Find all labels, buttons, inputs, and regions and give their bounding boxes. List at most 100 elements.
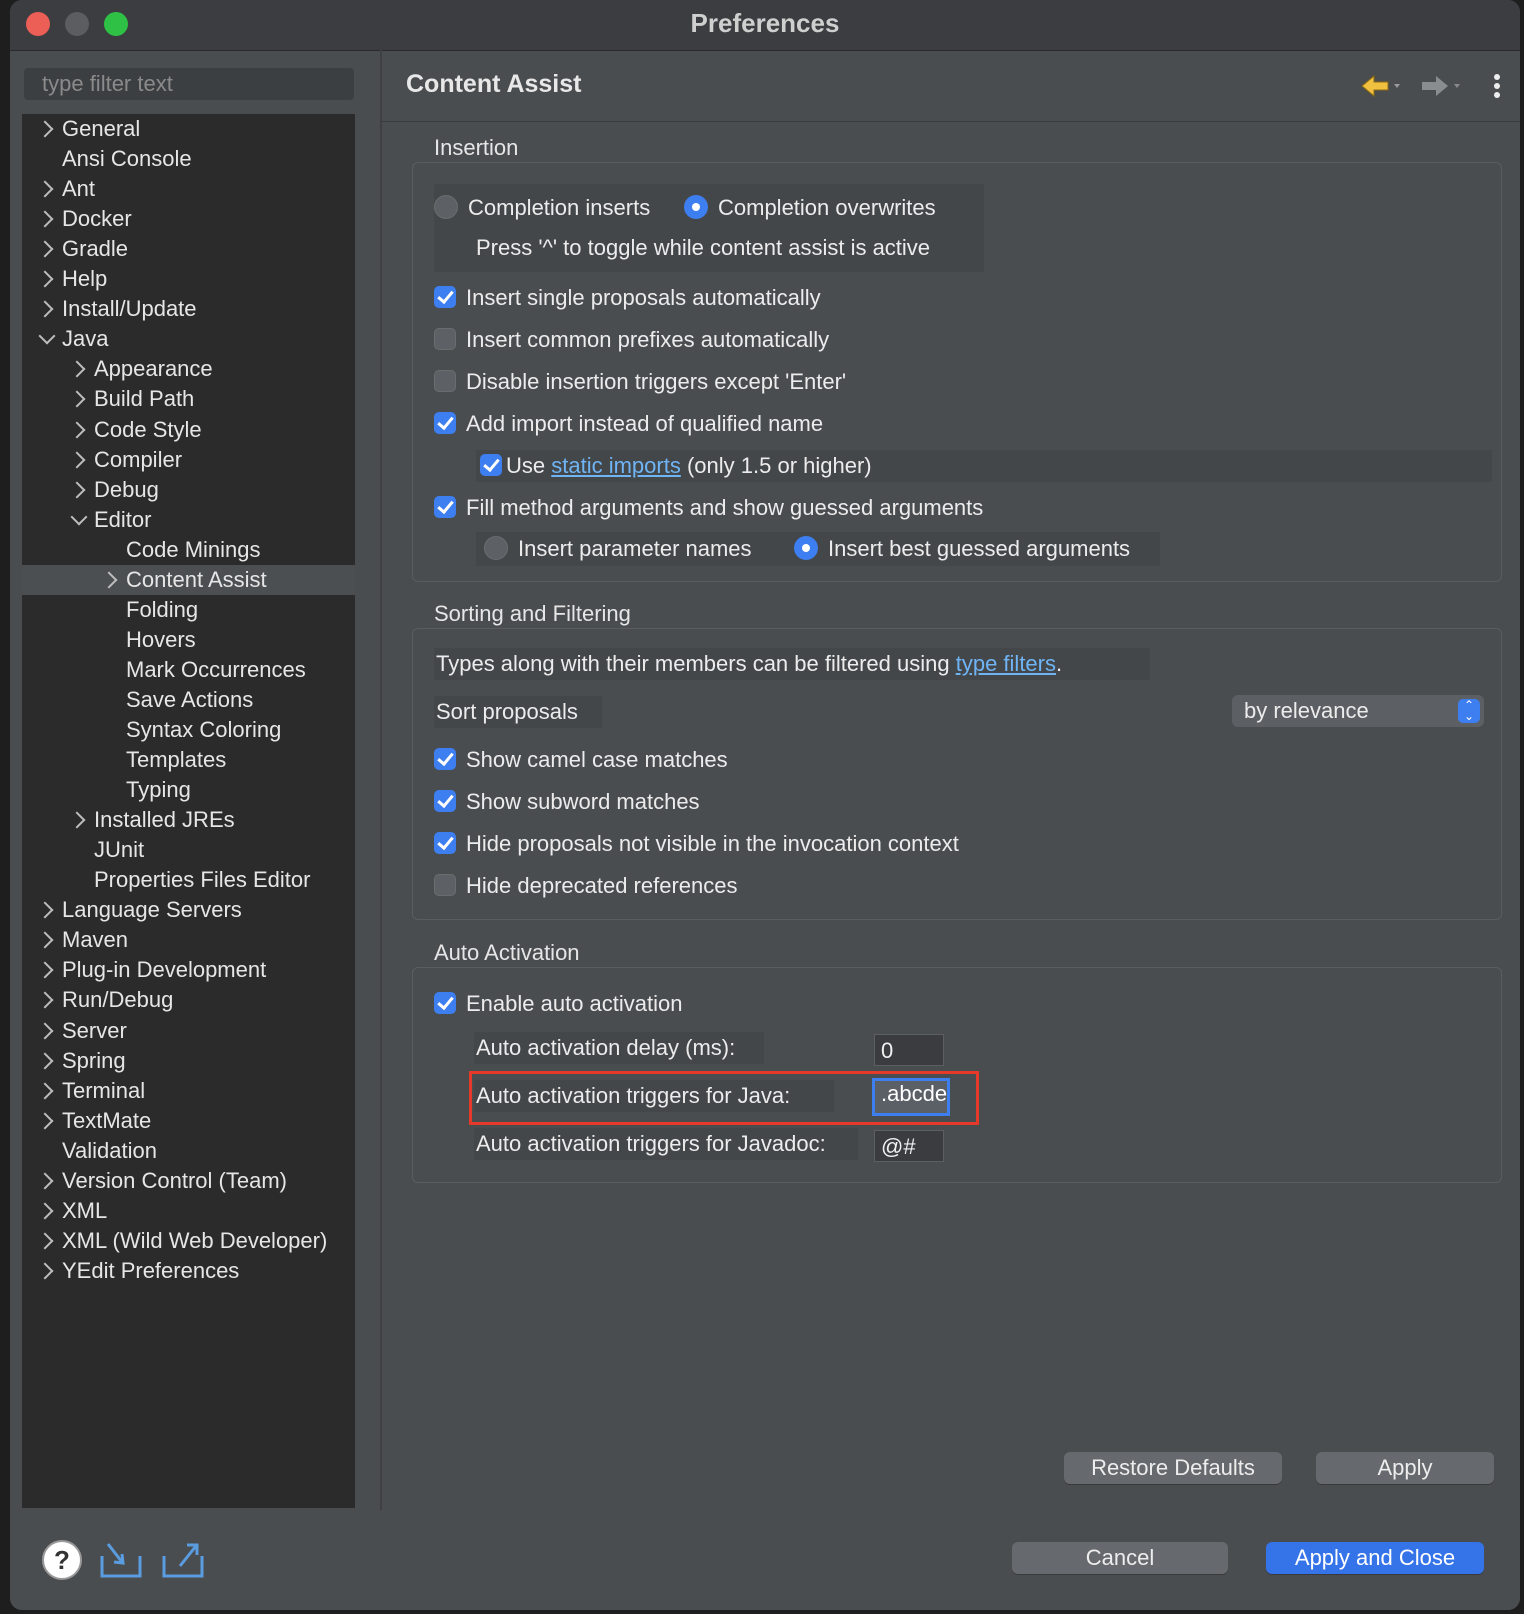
chevron-right-icon[interactable] <box>68 421 86 438</box>
restore-defaults-button[interactable]: Restore Defaults <box>1064 1452 1282 1484</box>
best-guessed-radio[interactable]: Insert best guessed arguments <box>794 533 1130 565</box>
tree-item[interactable]: Hovers <box>22 625 355 655</box>
tree-item[interactable]: Spring <box>22 1046 355 1076</box>
tree-item[interactable]: Version Control (Team) <box>22 1166 355 1196</box>
tree-item[interactable]: General <box>22 114 355 144</box>
tree-item[interactable]: Help <box>22 264 355 294</box>
chevron-right-icon[interactable] <box>36 931 54 949</box>
param-names-radio[interactable]: Insert parameter names <box>484 533 752 565</box>
tree-item[interactable]: Server <box>22 1016 355 1046</box>
forward-arrow-icon[interactable] <box>1422 76 1460 96</box>
chevron-right-icon[interactable] <box>68 390 86 408</box>
completion-overwrites-radio[interactable]: Completion overwrites <box>684 192 936 224</box>
subword-checkbox[interactable]: Show subword matches <box>434 786 700 818</box>
help-icon[interactable]: ? <box>40 1538 84 1582</box>
chevron-right-icon[interactable] <box>36 270 54 288</box>
tree-item[interactable]: Compiler <box>22 445 355 475</box>
tree-item[interactable]: Code Minings <box>22 535 355 565</box>
panel-divider[interactable] <box>380 50 382 1510</box>
common-prefixes-checkbox[interactable]: Insert common prefixes automatically <box>434 324 829 356</box>
cancel-button[interactable]: Cancel <box>1012 1542 1228 1574</box>
tree-item[interactable]: Folding <box>22 595 355 625</box>
hide-not-visible-checkbox[interactable]: Hide proposals not visible in the invoca… <box>434 828 959 860</box>
tree-item[interactable]: Gradle <box>22 234 355 264</box>
type-filters-link[interactable]: type filters <box>956 651 1056 676</box>
tree-item[interactable]: Build Path <box>22 384 355 414</box>
tree-item[interactable]: XML (Wild Web Developer) <box>22 1226 355 1256</box>
tree-item[interactable]: Installed JREs <box>22 805 355 835</box>
tree-item[interactable]: YEdit Preferences <box>22 1256 355 1286</box>
export-icon[interactable] <box>160 1540 206 1580</box>
tree-item[interactable]: Typing <box>22 775 355 805</box>
tree-item[interactable]: Run/Debug <box>22 985 355 1015</box>
completion-inserts-radio[interactable]: Completion inserts <box>434 192 650 224</box>
chevron-right-icon[interactable] <box>36 180 54 198</box>
disable-triggers-label: Disable insertion triggers except 'Enter… <box>466 369 847 394</box>
sort-proposals-select[interactable]: by relevance ⌃ ⌄ <box>1232 695 1484 727</box>
chevron-right-icon[interactable] <box>36 1232 54 1250</box>
tree-item[interactable]: Install/Update <box>22 294 355 324</box>
chevron-right-icon[interactable] <box>68 811 86 829</box>
chevron-right-icon[interactable] <box>36 1082 54 1100</box>
chevron-down-icon[interactable] <box>38 327 56 345</box>
tree-item[interactable]: Terminal <box>22 1076 355 1106</box>
tree-item[interactable]: Debug <box>22 475 355 505</box>
disable-triggers-checkbox[interactable]: Disable insertion triggers except 'Enter… <box>434 366 846 398</box>
chevron-right-icon[interactable] <box>36 300 54 318</box>
delay-input[interactable]: 0 <box>874 1034 944 1066</box>
chevron-right-icon[interactable] <box>36 1112 54 1130</box>
chevron-right-icon[interactable] <box>36 120 54 138</box>
chevron-right-icon[interactable] <box>68 360 86 378</box>
tree-item[interactable]: Save Actions <box>22 685 355 715</box>
tree-item[interactable]: Syntax Coloring <box>22 715 355 745</box>
tree-item[interactable]: TextMate <box>22 1106 355 1136</box>
static-imports-checkbox[interactable]: Use static imports (only 1.5 or higher) <box>480 450 872 482</box>
apply-and-close-button[interactable]: Apply and Close <box>1266 1542 1484 1574</box>
chevron-right-icon[interactable] <box>36 240 54 258</box>
tree-item[interactable]: Ant <box>22 174 355 204</box>
static-imports-link[interactable]: static imports <box>551 453 681 478</box>
filter-input[interactable]: type filter text <box>24 68 354 100</box>
sort-proposals-label: Sort proposals <box>436 699 578 724</box>
chevron-right-icon[interactable] <box>36 210 54 228</box>
import-icon[interactable] <box>98 1540 144 1580</box>
chevron-right-icon[interactable] <box>68 451 86 469</box>
chevron-down-icon[interactable] <box>70 508 88 526</box>
single-proposals-checkbox[interactable]: Insert single proposals automatically <box>434 282 821 314</box>
fill-arguments-checkbox[interactable]: Fill method arguments and show guessed a… <box>434 492 983 524</box>
tree-item[interactable]: XML <box>22 1196 355 1226</box>
tree-item[interactable]: Java <box>22 324 355 354</box>
back-arrow-icon[interactable] <box>1361 74 1400 98</box>
add-import-checkbox[interactable]: Add import instead of qualified name <box>434 408 823 440</box>
tree-item[interactable]: Content Assist <box>22 564 355 595</box>
tree-item[interactable]: Appearance <box>22 354 355 384</box>
chevron-right-icon[interactable] <box>36 1262 54 1280</box>
apply-button[interactable]: Apply <box>1316 1452 1494 1484</box>
hide-deprecated-checkbox[interactable]: Hide deprecated references <box>434 870 738 902</box>
chevron-right-icon[interactable] <box>36 1022 54 1039</box>
chevron-right-icon[interactable] <box>36 1172 54 1190</box>
tree-item[interactable]: Docker <box>22 204 355 234</box>
tree-item[interactable]: Editor <box>22 505 355 535</box>
camel-case-checkbox[interactable]: Show camel case matches <box>434 744 728 776</box>
tree-item[interactable]: Maven <box>22 925 355 955</box>
chevron-right-icon[interactable] <box>68 481 86 499</box>
chevron-right-icon[interactable] <box>36 1052 54 1070</box>
chevron-right-icon[interactable] <box>36 901 54 919</box>
tree-item[interactable]: Code Style <box>22 415 355 445</box>
tree-item[interactable]: Validation <box>22 1136 355 1166</box>
tree-item[interactable]: Language Servers <box>22 895 355 925</box>
chevron-right-icon[interactable] <box>100 571 118 589</box>
tree-item[interactable]: Mark Occurrences <box>22 655 355 685</box>
tree-item[interactable]: Ansi Console <box>22 144 355 174</box>
enable-auto-activation-checkbox[interactable]: Enable auto activation <box>434 988 683 1020</box>
tree-item[interactable]: Properties Files Editor <box>22 865 355 895</box>
javadoc-triggers-input[interactable]: @# <box>874 1130 944 1162</box>
chevron-right-icon[interactable] <box>36 991 54 1009</box>
more-menu-icon[interactable] <box>1494 74 1500 98</box>
tree-item[interactable]: Templates <box>22 745 355 775</box>
chevron-right-icon[interactable] <box>36 961 54 979</box>
tree-item[interactable]: Plug-in Development <box>22 955 355 985</box>
chevron-right-icon[interactable] <box>36 1202 54 1220</box>
tree-item[interactable]: JUnit <box>22 835 355 865</box>
